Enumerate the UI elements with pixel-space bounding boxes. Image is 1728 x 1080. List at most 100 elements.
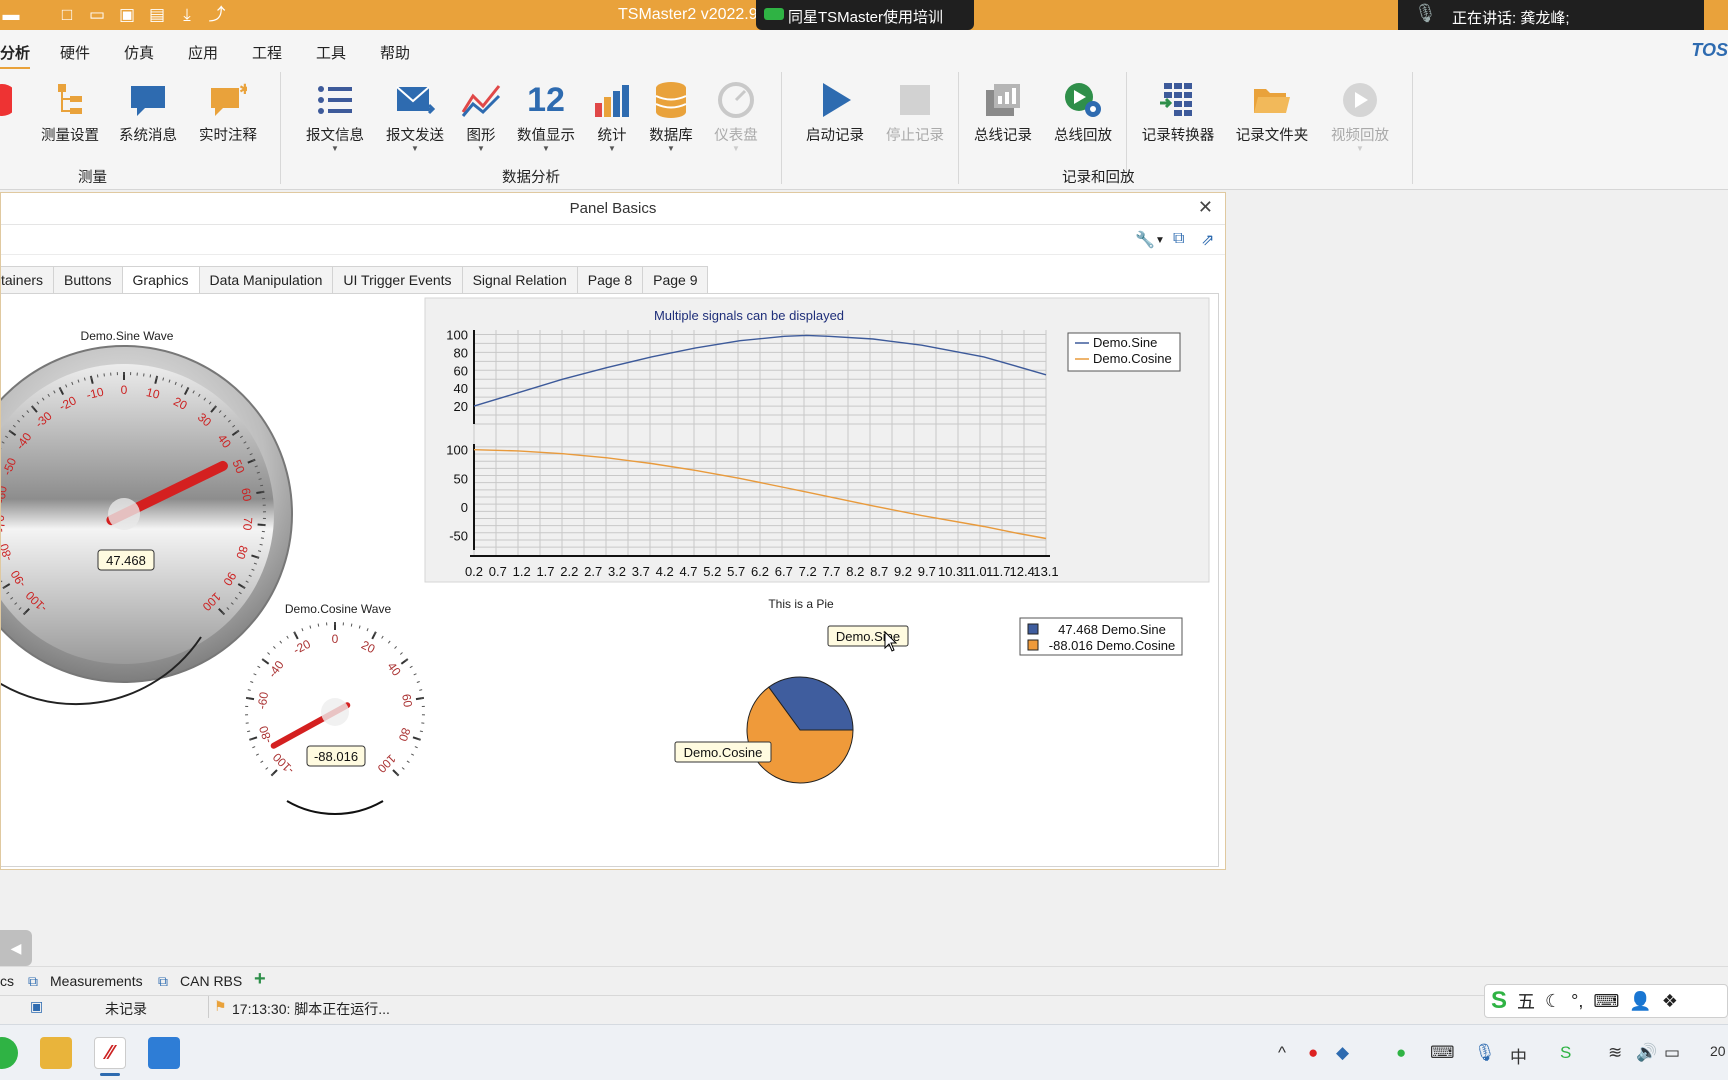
x-tick-label: 2.2 <box>560 564 578 579</box>
chevron-down-icon: ▼ <box>1356 144 1364 153</box>
popout-icon[interactable]: ⇗ <box>1201 230 1214 250</box>
microphone-icon[interactable]: 🎙 <box>1474 1043 1496 1063</box>
x-tick-label: 13.1 <box>1033 564 1058 579</box>
weibo-icon[interactable]: ● <box>1308 1043 1318 1063</box>
punctuation-icon[interactable]: °, <box>1571 991 1583 1012</box>
moon-icon[interactable]: ☾ <box>1545 991 1561 1012</box>
gauge-minor-tick <box>260 537 264 539</box>
wechat-icon[interactable]: ● <box>1396 1043 1406 1063</box>
active-indicator <box>100 1073 120 1076</box>
window-icon: ⧉ <box>28 973 38 989</box>
video-replay-button[interactable]: 视频回放 ▼ <box>1320 76 1400 153</box>
chevron-up-icon[interactable]: ^ <box>1278 1043 1286 1063</box>
close-icon[interactable]: ✕ <box>1198 197 1213 218</box>
export-icon[interactable]: ⤴ <box>206 4 228 26</box>
group-label-record: 记录和回放 <box>1062 170 1135 186</box>
tab-containers[interactable]: tainers <box>1 266 55 294</box>
open-folder-icon[interactable]: ▭ <box>86 4 108 26</box>
tab-ui-trigger-events[interactable]: UI Trigger Events <box>333 266 463 294</box>
gauge-minor-tick <box>309 625 312 629</box>
tab-graphics[interactable]: Graphics <box>122 266 200 294</box>
app-green-icon[interactable] <box>0 1037 18 1069</box>
gauge-minor-tick <box>410 753 415 756</box>
input-method-icon[interactable]: 中 <box>1510 1043 1527 1068</box>
cosine-gauge-value: -88.016 <box>314 749 358 764</box>
tab-buttons[interactable]: Buttons <box>54 266 123 294</box>
dashboard-button[interactable]: 仪表盘 ▼ <box>696 76 776 153</box>
gauge-icon <box>718 82 754 118</box>
start-record-button[interactable]: 启动记录 <box>795 76 875 145</box>
gauge-minor-tick <box>155 375 158 379</box>
gauge-minor-tick <box>366 628 369 632</box>
record-folder-button[interactable]: 记录文件夹 <box>1232 76 1312 145</box>
x-tick-label: 1.2 <box>513 564 531 579</box>
battery-icon[interactable]: ▭ <box>1664 1043 1680 1063</box>
gauge-tick-label: 60 <box>239 487 255 503</box>
menu-analysis[interactable]: 分析 <box>0 42 31 69</box>
bus-replay-button[interactable]: 总线回放 <box>1043 76 1123 145</box>
tab-page-8[interactable]: Page 8 <box>577 266 644 294</box>
menu-hardware[interactable]: 硬件 <box>60 42 90 63</box>
tab-data-manipulation[interactable]: Data Manipulation <box>199 266 334 294</box>
start-record-label: 启动记录 <box>806 128 864 144</box>
x-tick-label: 8.2 <box>846 564 864 579</box>
cosine-gauge-title: Demo.Cosine Wave <box>285 602 392 616</box>
menu-bar: 分析 硬件 仿真 应用 工程 工具 帮助 TOS <box>0 30 1728 72</box>
wrench-icon[interactable]: 🔧 <box>1135 230 1155 250</box>
menu-help[interactable]: 帮助 <box>380 42 410 63</box>
system-messages-button[interactable]: 系统消息 <box>108 76 188 145</box>
record-converter-button[interactable]: 记录转换器 <box>1138 76 1218 145</box>
ime-mode[interactable]: 五 <box>1517 988 1535 1014</box>
gauge-minor-tick <box>250 681 254 684</box>
apps-icon[interactable]: ❖ <box>1662 991 1678 1012</box>
dashboard-label: 仪表盘 <box>714 128 758 144</box>
import-icon[interactable]: ⤓ <box>176 4 198 26</box>
window-icon: ⧉ <box>158 973 168 989</box>
close-panel-icon[interactable]: ⧉ <box>1173 230 1184 248</box>
wifi-icon[interactable]: ≋ <box>1608 1043 1622 1063</box>
menu-project[interactable]: 工程 <box>252 42 282 63</box>
realtime-notes-label: 实时注释 <box>199 128 257 144</box>
doc-tab-graphics[interactable]: cs <box>0 973 14 989</box>
menu-application[interactable]: 应用 <box>188 42 218 63</box>
new-file-icon[interactable]: □ <box>56 4 78 26</box>
meeting-indicator[interactable]: 同星TSMaster使用培训 <box>756 0 974 30</box>
chevron-down-icon[interactable]: ▼ <box>1155 235 1165 246</box>
tsmaster-taskbar-icon[interactable]: ⁄⁄ <box>94 1037 126 1069</box>
message-info-button[interactable]: 报文信息 ▼ <box>295 76 375 153</box>
bus-record-button[interactable]: 总线记录 <box>963 76 1043 145</box>
volume-icon[interactable]: 🔊 <box>1636 1043 1657 1063</box>
keyboard-icon[interactable]: ⌨ <box>1430 1043 1455 1063</box>
collapse-side-button[interactable]: ◀ <box>0 930 32 966</box>
doc-tab-measurements[interactable]: Measurements <box>50 973 143 989</box>
user-icon[interactable]: 👤 <box>1629 991 1651 1012</box>
chat-icon[interactable]: ▬ <box>0 4 22 26</box>
tab-page-9[interactable]: Page 9 <box>643 266 709 294</box>
bar-chart-icon <box>595 85 629 117</box>
keyboard-icon[interactable]: ⌨ <box>1593 991 1619 1012</box>
stop-circle-icon <box>0 84 12 116</box>
meeting-app-icon[interactable] <box>148 1037 180 1069</box>
panel-toolbar: 🔧 ▼ ⧉ ⇗ <box>1 225 1225 255</box>
gauge-tick-label: 20 <box>359 638 378 657</box>
doc-tab-can-rbs[interactable]: CAN RBS <box>180 973 242 989</box>
save-icon[interactable]: ▣ <box>116 4 138 26</box>
message-info-label: 报文信息 <box>306 128 364 144</box>
menu-tools[interactable]: 工具 <box>316 42 346 63</box>
sogou-tray-icon[interactable]: S <box>1560 1043 1571 1063</box>
stop-record-button[interactable]: 停止记录 <box>875 76 955 145</box>
tab-signal-relation[interactable]: Signal Relation <box>462 266 578 294</box>
add-tab-icon[interactable]: + <box>254 968 266 991</box>
file-explorer-icon[interactable] <box>40 1037 72 1069</box>
stop-button[interactable]: 止 <box>0 76 32 145</box>
feishu-icon[interactable]: ◆ <box>1336 1043 1349 1063</box>
save-as-icon[interactable]: ▤ <box>146 4 168 26</box>
measure-settings-button[interactable]: 测量设置 <box>30 76 110 145</box>
gauge-minor-tick <box>259 543 263 546</box>
message-bubble-icon <box>131 86 165 116</box>
menu-simulation[interactable]: 仿真 <box>124 42 154 63</box>
tree-icon <box>58 84 82 114</box>
x-tick-label: 6.2 <box>751 564 769 579</box>
clock[interactable]: 20 <box>1710 1043 1726 1059</box>
realtime-notes-button[interactable]: ✱ 实时注释 <box>188 76 268 145</box>
